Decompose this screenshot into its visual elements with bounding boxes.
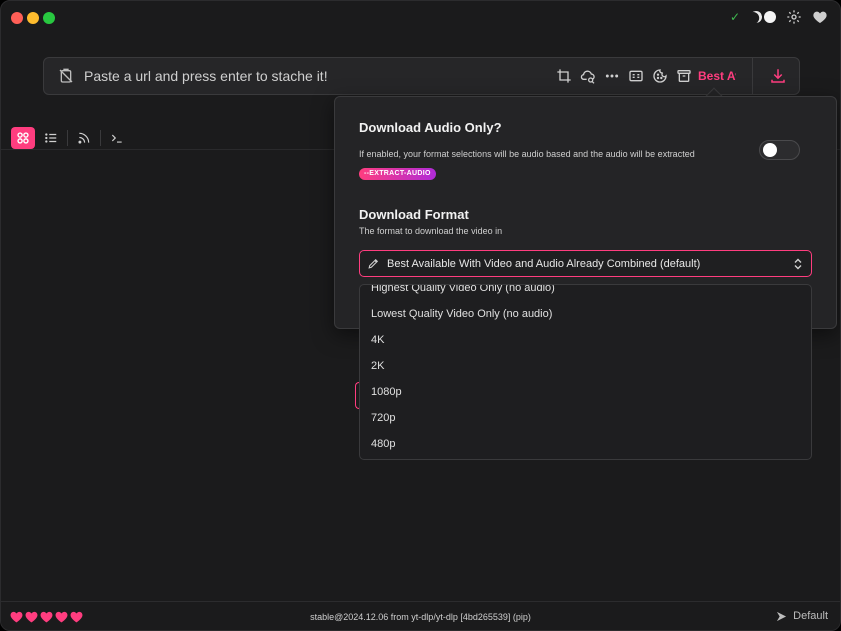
dropdown-option[interactable]: 1080p bbox=[371, 386, 402, 398]
tab-terminal[interactable] bbox=[105, 127, 129, 149]
format-select-value: Best Available With Video and Audio Alre… bbox=[387, 257, 701, 270]
titlebar-actions: ✓ bbox=[730, 9, 828, 25]
dropdown-option[interactable]: Lowest Quality Video Only (no audio) bbox=[371, 308, 552, 320]
url-bar: Best Av bbox=[43, 57, 800, 95]
download-button[interactable] bbox=[762, 64, 794, 88]
crop-icon[interactable] bbox=[556, 68, 572, 84]
dropdown-option[interactable]: 480p bbox=[371, 438, 395, 450]
heart-icon[interactable] bbox=[812, 9, 828, 25]
profile-label: Default bbox=[793, 610, 828, 622]
audio-only-title: Download Audio Only? bbox=[359, 120, 502, 135]
audio-only-toggle[interactable] bbox=[759, 140, 800, 160]
archive-icon[interactable] bbox=[676, 68, 692, 84]
dropdown-option[interactable]: 720p bbox=[371, 412, 395, 424]
dropdown-option[interactable]: 2K bbox=[371, 360, 384, 372]
play-arrow-icon bbox=[777, 611, 787, 621]
check-icon: ✓ bbox=[729, 10, 740, 24]
moon-icon bbox=[748, 9, 763, 24]
download-format-title: Download Format bbox=[359, 207, 469, 222]
format-select[interactable]: Best Available With Video and Audio Alre… bbox=[359, 250, 812, 277]
url-bar-divider bbox=[752, 58, 753, 94]
gear-icon[interactable] bbox=[786, 9, 802, 25]
view-tabs bbox=[11, 127, 129, 149]
version-text: stable@2024.12.06 from yt-dlp/yt-dlp [4b… bbox=[310, 612, 531, 622]
rss-icon bbox=[78, 132, 90, 144]
toggle-knob bbox=[763, 143, 777, 157]
profile-selector[interactable]: Default bbox=[776, 610, 828, 622]
clipboard-off-icon[interactable] bbox=[58, 68, 74, 84]
tab-divider bbox=[100, 130, 101, 146]
url-input[interactable] bbox=[84, 68, 544, 84]
maximize-window-button[interactable] bbox=[43, 12, 55, 24]
audio-only-description: If enabled, your format selections will … bbox=[359, 149, 695, 159]
grid-icon bbox=[17, 132, 29, 144]
subtitles-icon[interactable] bbox=[628, 68, 644, 84]
dropdown-option[interactable]: 4K bbox=[371, 334, 384, 346]
list-icon bbox=[45, 133, 57, 143]
sun-icon bbox=[764, 11, 776, 23]
dropdown-option[interactable]: Highest Quality Video Only (no audio) bbox=[371, 285, 555, 294]
download-format-description: The format to download the video in bbox=[359, 226, 503, 236]
tab-feeds[interactable] bbox=[72, 127, 96, 149]
cookie-icon[interactable] bbox=[652, 68, 668, 84]
theme-toggle[interactable] bbox=[750, 11, 776, 23]
terminal-icon bbox=[111, 134, 122, 143]
download-icon bbox=[771, 69, 785, 83]
status-bar: stable@2024.12.06 from yt-dlp/yt-dlp [4b… bbox=[1, 601, 840, 630]
app-window: ✓ Paste a url and press enter to stache … bbox=[0, 0, 841, 631]
tab-grid-view[interactable] bbox=[11, 127, 35, 149]
pencil-icon bbox=[368, 258, 379, 269]
minimize-window-button[interactable] bbox=[27, 12, 39, 24]
cloud-search-icon[interactable] bbox=[580, 68, 596, 84]
titlebar: ✓ bbox=[1, 1, 840, 35]
tab-list-view[interactable] bbox=[39, 127, 63, 149]
format-selector-label[interactable]: Best Av bbox=[698, 69, 736, 83]
url-toolbar bbox=[556, 58, 692, 94]
more-icon[interactable] bbox=[604, 68, 620, 84]
close-window-button[interactable] bbox=[11, 12, 23, 24]
tab-divider bbox=[67, 130, 68, 146]
extract-audio-badge: --EXTRACT-AUDIO bbox=[359, 168, 436, 180]
chevron-up-down-icon bbox=[794, 258, 802, 270]
format-dropdown: Highest Quality Video Only (no audio) Lo… bbox=[359, 284, 812, 460]
